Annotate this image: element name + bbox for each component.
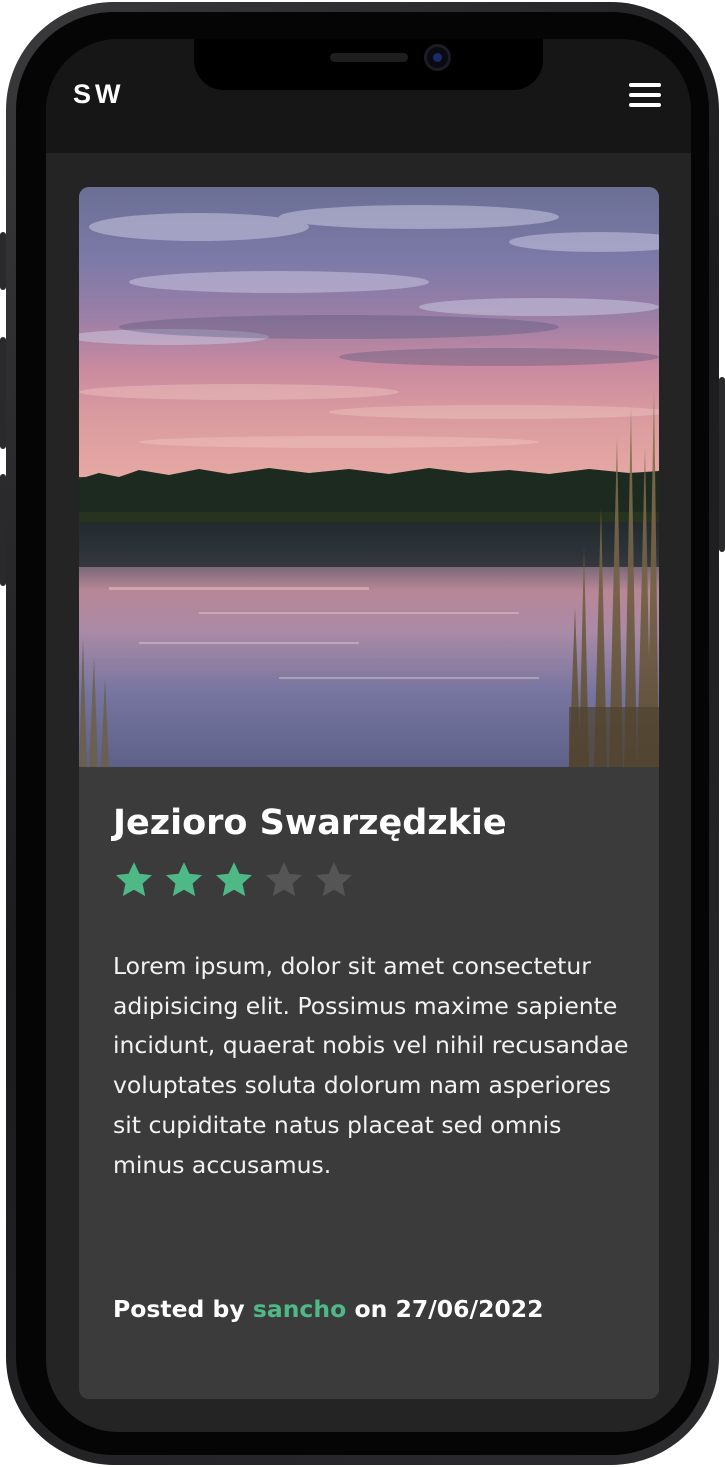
- front-camera: [424, 44, 451, 71]
- power-button: [719, 377, 725, 552]
- post-meta: Posted by sancho on 27/06/2022: [113, 1295, 543, 1323]
- star-icon-2[interactable]: [163, 859, 205, 901]
- star-rating: [113, 859, 355, 903]
- speaker: [330, 53, 408, 62]
- notch: [194, 39, 543, 90]
- author-link[interactable]: sancho: [253, 1295, 346, 1323]
- star-icon-3[interactable]: [213, 859, 255, 901]
- star-icon-4[interactable]: [263, 859, 305, 901]
- post-description: Lorem ipsum, dolor sit amet consectetur …: [113, 952, 629, 1179]
- volume-down-button: [0, 474, 6, 586]
- screen: SW Jezioro Swarzędzkie Lorem ipsum, dolo…: [46, 39, 691, 1432]
- star-icon-1[interactable]: [113, 859, 155, 901]
- volume-up-button: [0, 337, 6, 449]
- date-prefix: on: [354, 1295, 388, 1323]
- star-icon-5[interactable]: [313, 859, 355, 901]
- posted-by-label: Posted by: [113, 1295, 245, 1323]
- mute-switch: [0, 232, 6, 290]
- post-card: Jezioro Swarzędzkie Lorem ipsum, dolor s…: [79, 187, 659, 1399]
- logo[interactable]: SW: [73, 79, 125, 110]
- post-title: Jezioro Swarzędzkie: [113, 803, 507, 843]
- lake-sunset-photo: [79, 187, 659, 767]
- hamburger-menu-icon[interactable]: [629, 83, 661, 107]
- phone-frame: SW Jezioro Swarzędzkie Lorem ipsum, dolo…: [0, 2, 725, 1465]
- post-date: 27/06/2022: [395, 1295, 544, 1323]
